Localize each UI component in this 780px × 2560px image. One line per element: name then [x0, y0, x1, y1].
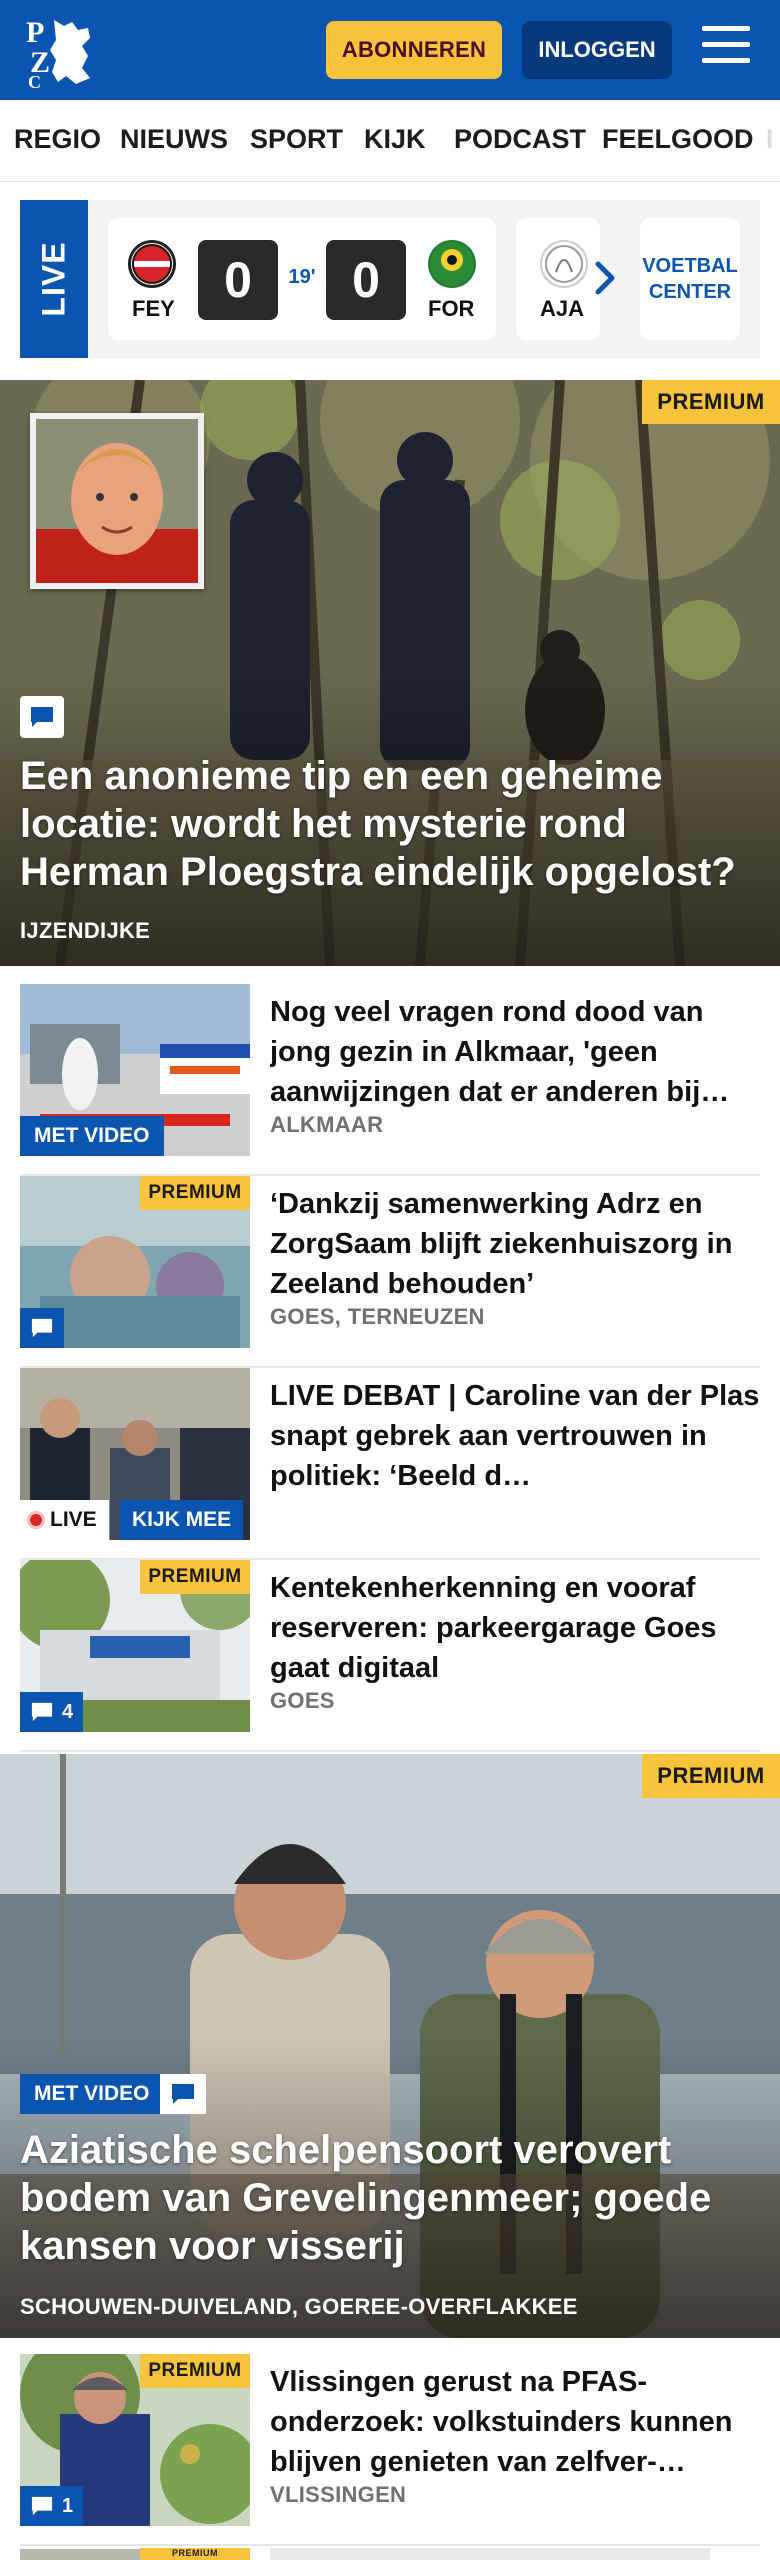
premium-badge: PREMIUM: [140, 1176, 250, 1210]
live-score-strip: LIVE FEY 0 19' 0 FOR AJA VOETBAL CENTER: [20, 200, 760, 358]
article-title[interactable]: Kentekenherkenning en vooraf reserveren:…: [270, 1568, 760, 1688]
match-card[interactable]: FEY 0 19' 0 FOR: [108, 218, 496, 340]
article-location: VLISSINGEN: [270, 2482, 407, 2507]
article-location: ALKMAAR: [270, 1112, 384, 1137]
comment-count-badge: 1: [20, 2486, 84, 2526]
article-thumbnail: PREMIUM: [20, 1176, 250, 1348]
nav-item-regio[interactable]: REGIO: [14, 124, 101, 155]
premium-badge: PREMIUM: [140, 2548, 250, 2560]
hero-headline[interactable]: Aziatische schelpensoort verovert bodem …: [20, 2126, 760, 2270]
voetbal-center-label-2: CENTER: [648, 281, 732, 303]
premium-badge: PREMIUM: [642, 380, 780, 424]
comment-icon: [31, 1702, 53, 1722]
article-title[interactable]: ‘Dankzij samenwerking Adrz en ZorgSaam b…: [270, 1184, 760, 1304]
subscribe-button[interactable]: ABONNEREN: [326, 21, 502, 79]
comment-icon: [20, 696, 64, 738]
article-location: GOES, TERNEUZEN: [270, 1304, 485, 1329]
article-thumbnail: MET VIDEO: [20, 984, 250, 1156]
hero-article[interactable]: PREMIUM Een anonieme tip en een geheime …: [0, 380, 780, 966]
home-score: 0: [198, 240, 278, 320]
comment-count: 4: [62, 1700, 74, 1723]
voetbal-center-label-1: VOETBAL: [642, 255, 738, 277]
article-thumbnail: PREMIUM: [20, 2548, 250, 2560]
hero-location: IJZENDIJKE: [20, 918, 151, 943]
nav-item-nieuws[interactable]: NIEUWS: [120, 124, 228, 155]
article-thumbnail: LIVE KIJK MEE: [20, 1368, 250, 1540]
list-item[interactable]: LIVE KIJK MEE LIVE DEBAT | Caroline van …: [20, 1368, 760, 1560]
video-badge: MET VIDEO: [20, 1116, 164, 1156]
article-thumbnail: PREMIUM 1: [20, 2354, 250, 2526]
nav-item-sport[interactable]: SPORT: [250, 124, 343, 155]
list-item[interactable]: PREMIUM 4 Kentekenherkenning en vooraf r…: [20, 1560, 760, 1752]
hamburger-menu-icon[interactable]: [702, 26, 750, 70]
svg-text:P: P: [26, 16, 44, 49]
live-dot-icon: [30, 1514, 42, 1526]
comment-icon: [20, 1308, 64, 1348]
comment-icon: [160, 2074, 206, 2114]
article-title[interactable]: Nog veel vragen rond dood van jong gezin…: [270, 992, 760, 1112]
section-nav: REGIO NIEUWS SPORT KIJK PODCAST FEELGOOD…: [0, 100, 780, 182]
nav-item-podcast[interactable]: PODCAST: [454, 124, 586, 155]
fortuna-logo-icon: [428, 240, 476, 288]
nav-item-feelgood[interactable]: FEELGOOD: [602, 124, 754, 155]
away-team-abbr: FOR: [428, 296, 475, 321]
article-thumbnail: PREMIUM 4: [20, 1560, 250, 1732]
away-score: 0: [326, 240, 406, 320]
site-header: P Z C ABONNEREN INLOGGEN: [0, 0, 780, 100]
live-badge: LIVE: [20, 1500, 109, 1540]
premium-badge: PREMIUM: [140, 2354, 250, 2388]
voetbal-center-button[interactable]: VOETBAL CENTER: [640, 218, 740, 340]
comment-icon: [31, 2496, 53, 2516]
match-minute: 19': [288, 266, 316, 288]
live-tab[interactable]: LIVE: [20, 200, 88, 358]
article-title-placeholder: [270, 2548, 710, 2560]
hero-article-2[interactable]: PREMIUM MET VIDEO Aziatische schelpensoo…: [0, 1754, 780, 2338]
live-tab-label: LIVE: [35, 241, 72, 317]
login-button[interactable]: INLOGGEN: [522, 21, 672, 79]
next-team-abbr: AJA: [540, 296, 585, 321]
chevron-right-icon[interactable]: [588, 258, 622, 298]
list-item[interactable]: PREMIUM ‘Dankzij samenwerking Adrz en Zo…: [20, 1176, 760, 1368]
article-title[interactable]: LIVE DEBAT | Caroline van der Plas snapt…: [270, 1376, 760, 1496]
comment-count-badge: 4: [20, 1692, 84, 1732]
hero-location: SCHOUWEN-DUIVELAND, GOEREE-OVERFLAKKEE: [20, 2294, 578, 2319]
live-badge-text: LIVE: [50, 1508, 97, 1531]
video-badge: MET VIDEO: [20, 2074, 164, 2114]
nav-item-kijk[interactable]: KIJK: [364, 124, 426, 155]
hero-headline[interactable]: Een anonieme tip en een geheime locatie:…: [20, 752, 760, 896]
article-location: GOES: [270, 1688, 335, 1713]
portrait-photo: [30, 413, 204, 589]
premium-badge: PREMIUM: [140, 1560, 250, 1594]
article-title[interactable]: Vlissingen gerust na PFAS-onderzoek: vol…: [270, 2362, 760, 2482]
ajax-logo-icon: [540, 240, 588, 288]
watch-live-badge[interactable]: KIJK MEE: [120, 1500, 244, 1540]
svg-text:C: C: [28, 72, 41, 88]
nav-fade: [760, 100, 780, 181]
list-item[interactable]: PREMIUM 1 Vlissingen gerust na PFAS-onde…: [20, 2354, 760, 2546]
home-team-abbr: FEY: [132, 296, 175, 321]
list-item[interactable]: MET VIDEO Nog veel vragen rond dood van …: [20, 984, 760, 1176]
list-item[interactable]: PREMIUM: [20, 2548, 760, 2560]
feyenoord-logo-icon: [128, 240, 176, 288]
pzc-logo[interactable]: P Z C: [24, 12, 114, 92]
comment-count: 1: [62, 2494, 74, 2517]
premium-badge: PREMIUM: [642, 1754, 780, 1798]
